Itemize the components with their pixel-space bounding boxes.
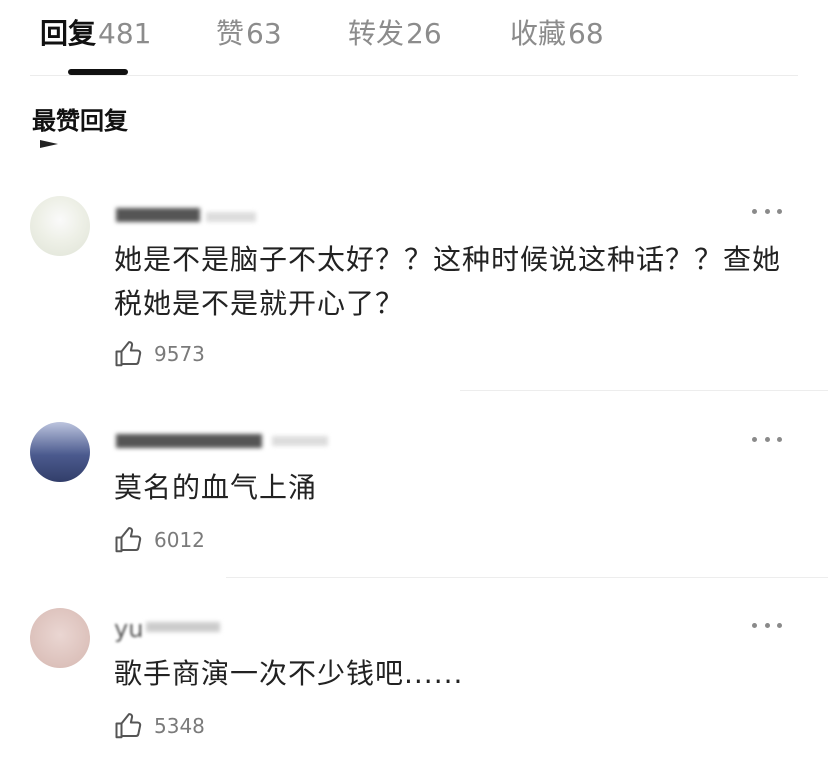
tab-replies[interactable]: 回复 481 xyxy=(40,14,151,54)
tab-bar-divider xyxy=(30,75,798,76)
username-redacted[interactable] xyxy=(116,434,262,448)
tab-favorites-label: 收藏 xyxy=(510,17,567,50)
like-count: 5348 xyxy=(154,714,205,738)
more-dots-icon[interactable] xyxy=(752,206,782,216)
tab-reposts-count: 26 xyxy=(406,17,442,50)
username[interactable]: yu xyxy=(114,614,143,644)
comment-divider xyxy=(226,577,828,578)
thumbs-up-icon xyxy=(115,341,142,367)
tab-likes-label: 赞 xyxy=(216,17,245,50)
like-count: 9573 xyxy=(154,342,205,366)
comment-text: 莫名的血气上涌 xyxy=(114,471,318,504)
like-button[interactable]: 6012 xyxy=(114,524,205,556)
tab-reposts-label: 转发 xyxy=(348,17,405,50)
comment-divider xyxy=(460,390,828,391)
thumbs-up-icon xyxy=(115,527,142,553)
tab-replies-count: 481 xyxy=(98,17,152,50)
section-title: 最赞回复 xyxy=(32,107,128,135)
username-redacted[interactable] xyxy=(116,208,200,222)
like-count: 6012 xyxy=(154,528,205,552)
tab-favorites[interactable]: 收藏 68 xyxy=(510,14,604,54)
tab-likes-count: 63 xyxy=(246,17,282,50)
like-button[interactable]: 5348 xyxy=(114,710,205,742)
tab-replies-label: 回复 xyxy=(40,17,97,50)
section-marker-icon xyxy=(40,140,58,148)
tab-reposts[interactable]: 转发 26 xyxy=(348,14,442,54)
timestamp-redacted xyxy=(206,212,256,222)
comment-text: 歌手商演一次不少钱吧...... xyxy=(114,657,464,690)
timestamp-redacted xyxy=(272,436,328,446)
avatar[interactable] xyxy=(30,608,90,668)
comment-text: 她是不是脑子不太好？？这种时候说这种话？？查她税她是不是就开心了？ xyxy=(114,243,782,320)
more-dots-icon[interactable] xyxy=(752,620,782,630)
thumbs-up-icon xyxy=(115,713,142,739)
avatar[interactable] xyxy=(30,422,90,482)
tab-favorites-count: 68 xyxy=(568,17,604,50)
more-dots-icon[interactable] xyxy=(752,434,782,444)
username-redacted xyxy=(146,622,220,632)
tab-likes[interactable]: 赞 63 xyxy=(216,14,282,54)
like-button[interactable]: 9573 xyxy=(114,338,205,370)
tab-bar: 回复 481 赞 63 转发 26 收藏 68 xyxy=(0,0,828,76)
avatar[interactable] xyxy=(30,196,90,256)
